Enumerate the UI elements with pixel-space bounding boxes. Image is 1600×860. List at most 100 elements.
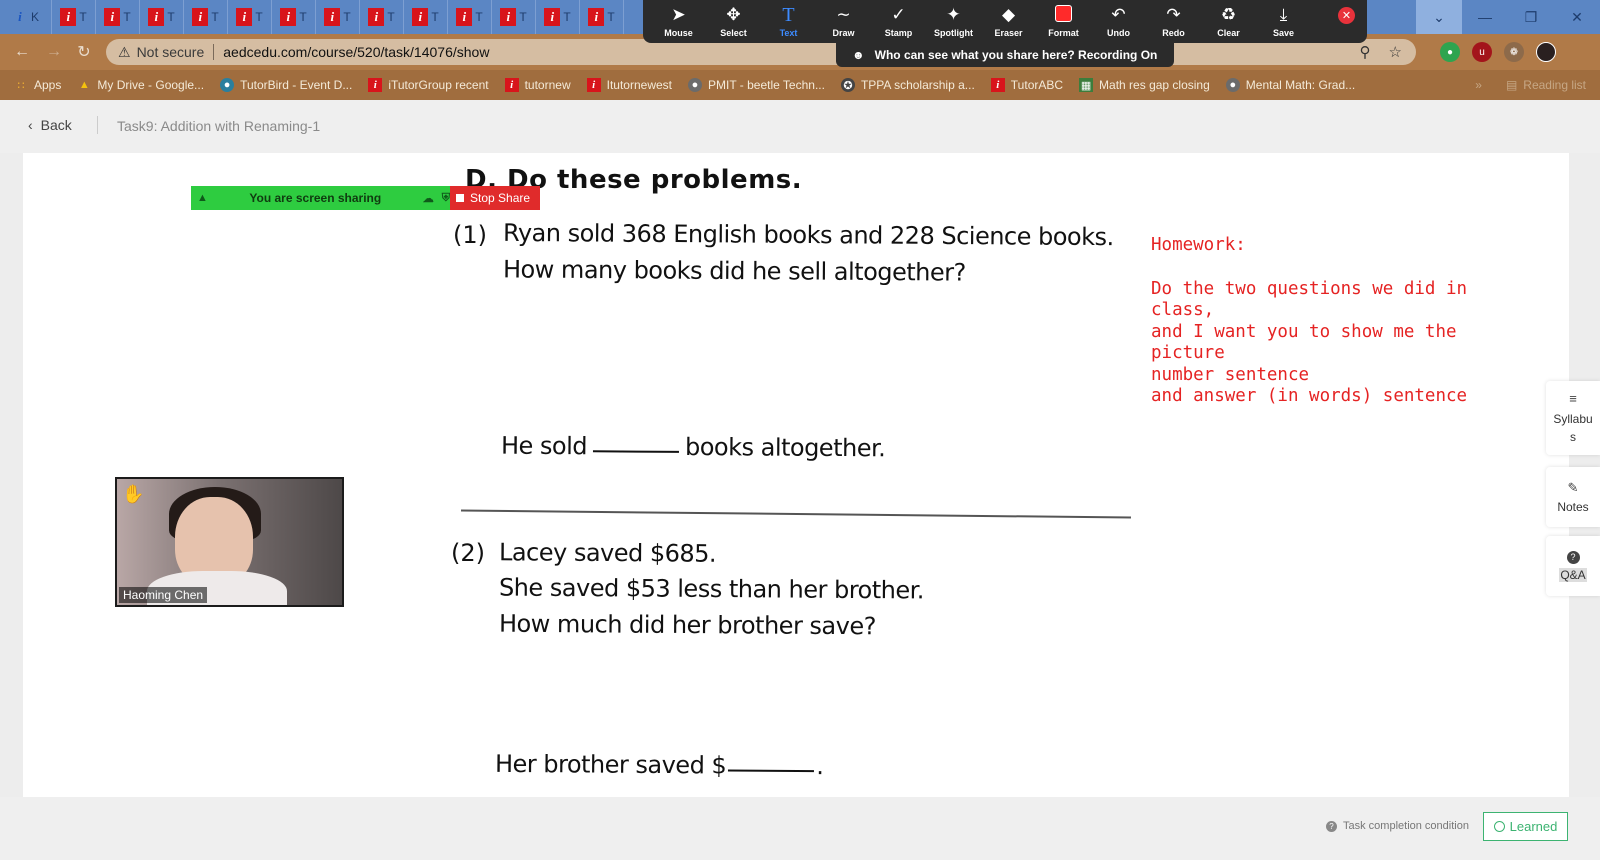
problem-line: Ryan sold 368 English books and 228 Scie… (502, 218, 1114, 252)
tab-title: T (255, 10, 263, 24)
header-divider (97, 116, 98, 134)
text-t-icon: T (782, 4, 795, 26)
bookmark-mental-math[interactable]: ● Mental Math: Grad... (1225, 78, 1356, 92)
learned-button[interactable]: Learned (1483, 812, 1568, 841)
back-arrow-icon[interactable]: ← (10, 40, 34, 64)
browser-tab[interactable]: iT (492, 0, 536, 34)
side-label: Notes (1557, 500, 1589, 514)
itutor-favicon-icon: i (236, 8, 253, 26)
bookmark-tutorbird[interactable]: ● TutorBird - Event D... (220, 78, 352, 92)
reload-icon[interactable]: ↻ (72, 40, 96, 64)
ublock-extension-icon[interactable]: u (1472, 42, 1492, 62)
menu-lines-icon: ≡ (1569, 390, 1577, 406)
browser-tab[interactable]: iT (448, 0, 492, 34)
more-bookmarks-chevron-icon: » (1475, 78, 1482, 92)
bookmark-tutorabc[interactable]: i TutorABC (990, 78, 1063, 92)
tool-spotlight[interactable]: ✦ Spotlight (926, 0, 981, 43)
homework-title: Homework: (1151, 235, 1246, 255)
homework-line: and answer (in words) sentence (1151, 386, 1468, 406)
bookmark-itutornewest[interactable]: i Itutornewest (586, 78, 672, 92)
url-text[interactable]: aedcedu.com/course/520/task/14076/show (223, 44, 489, 60)
tab-title: T (211, 10, 219, 24)
browser-tab[interactable]: iT (360, 0, 404, 34)
tool-text[interactable]: T Text (761, 0, 816, 43)
itutor-bookmark-icon: i (504, 78, 519, 92)
itutor-favicon-icon: i (60, 8, 77, 26)
bookmark-my-drive[interactable]: ▲ My Drive - Google... (77, 78, 204, 92)
side-qa-button[interactable]: ? Q&A (1546, 536, 1600, 596)
browser-tab[interactable]: iT (228, 0, 272, 34)
bookmark-pmit[interactable]: ● PMIT - beetle Techn... (688, 78, 825, 92)
browser-tab[interactable]: iT (52, 0, 96, 34)
recording-banner[interactable]: ☻ Who can see what you share here? Recor… (836, 43, 1174, 67)
side-syllabus-button[interactable]: ≡ Syllabus (1546, 381, 1600, 455)
tool-select[interactable]: ✥ Select (706, 0, 761, 43)
browser-tab[interactable]: iT (316, 0, 360, 34)
tool-redo[interactable]: ↷ Redo (1146, 0, 1201, 43)
redo-icon: ↷ (1166, 5, 1181, 24)
tool-stamp[interactable]: ✓ Stamp (871, 0, 926, 43)
browser-tab[interactable]: iT (96, 0, 140, 34)
close-window-icon[interactable]: ✕ (1554, 0, 1600, 34)
close-toolbar-icon[interactable]: ✕ (1338, 7, 1355, 24)
bookmark-label: Itutornewest (606, 78, 672, 92)
browser-tab[interactable]: iT (184, 0, 228, 34)
restore-icon[interactable]: ❐ (1508, 0, 1554, 34)
globe-icon: ● (1225, 78, 1240, 92)
tool-clear[interactable]: ♻ Clear (1201, 0, 1256, 43)
tab-list: i K iT iT iT iT iT iT iT iT iT iT iT iT … (0, 0, 624, 34)
recording-text: Who can see what you share here? Recordi… (874, 48, 1158, 62)
bookmark-math-res[interactable]: ▦ Math res gap closing (1079, 78, 1210, 92)
tool-save[interactable]: ⤓ Save (1256, 0, 1311, 43)
browser-tab[interactable]: iT (536, 0, 580, 34)
homework-line: and I want you to show me the (1151, 321, 1457, 342)
answer-blank (592, 450, 680, 453)
bookmarks-bar: ∷ Apps ▲ My Drive - Google... ● TutorBird -… (0, 70, 1600, 100)
bookmark-label: TPPA scholarship a... (860, 78, 975, 92)
browser-tab[interactable]: iT (580, 0, 624, 34)
bookmark-itutorgroup[interactable]: i iTutorGroup recent (368, 78, 489, 92)
itutor-favicon-icon: i (192, 8, 209, 26)
tool-eraser[interactable]: ◆ Eraser (981, 0, 1036, 43)
extensions-puzzle-icon[interactable]: ❁ (1504, 42, 1524, 62)
tool-label: Select (720, 28, 747, 38)
question-circle-icon: ? (1326, 820, 1337, 832)
tool-draw[interactable]: ∼ Draw (816, 0, 871, 43)
tool-format[interactable]: Format (1036, 0, 1091, 43)
browser-tab[interactable]: i K (0, 0, 52, 34)
stop-share-button[interactable]: Stop Share (450, 186, 540, 210)
bookmark-apps[interactable]: ∷ Apps (14, 78, 62, 92)
tool-mouse[interactable]: ➤ Mouse (651, 0, 706, 43)
zoom-magnifier-icon[interactable]: ⚲ (1360, 43, 1371, 61)
participant-video[interactable]: ✋ Haoming Chen (115, 477, 344, 607)
forward-arrow-icon[interactable]: → (42, 40, 66, 64)
problem-line: How much did her brother save? (498, 609, 877, 641)
tool-label: Undo (1107, 28, 1130, 38)
minimize-icon[interactable]: — (1462, 0, 1508, 34)
side-notes-button[interactable]: ✎ Notes (1546, 467, 1600, 527)
browser-tab[interactable]: iT (404, 0, 448, 34)
security-label: Not secure (136, 44, 205, 60)
bookmark-tutornew[interactable]: i tutornew (504, 78, 571, 92)
bookmark-star-icon[interactable]: ☆ (1389, 43, 1402, 61)
worksheet-canvas: D. Do these problems. (1) Ryan sold 368 … (23, 153, 1569, 797)
breadcrumb: Task9: Addition with Renaming-1 (117, 118, 321, 134)
tab-search-chevron-icon[interactable]: ⌄ (1416, 0, 1462, 34)
evernote-extension-icon[interactable]: ● (1440, 42, 1460, 62)
browser-tab[interactable]: iT (140, 0, 184, 34)
profile-avatar[interactable] (1536, 42, 1556, 62)
itutor-favicon-icon: i (104, 8, 121, 26)
bookmark-tppa[interactable]: ✪ TPPA scholarship a... (840, 78, 975, 92)
itutor-favicon-icon: i (280, 8, 297, 26)
cursor-arrow-icon: ➤ (671, 5, 686, 24)
task-completion-condition[interactable]: ? Task completion condition (1326, 820, 1469, 832)
reading-list[interactable]: » ▤ Reading list (1475, 78, 1586, 92)
bookmark-label: Mental Math: Grad... (1245, 78, 1356, 92)
sharing-status[interactable]: ▲ You are screen sharing ☁ ⛨ (191, 186, 450, 210)
tool-undo[interactable]: ↶ Undo (1091, 0, 1146, 43)
download-icon: ⤓ (1279, 5, 1288, 24)
back-link[interactable]: ‹ Back (28, 117, 72, 133)
tool-label: Redo (1162, 28, 1185, 38)
answer-sentence: Her brother saved $. (495, 750, 824, 780)
browser-tab[interactable]: iT (272, 0, 316, 34)
